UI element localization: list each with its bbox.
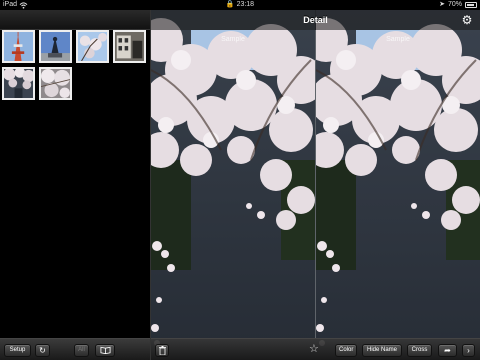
thumbnail-statue[interactable] [39, 30, 72, 63]
star-icon[interactable]: ☆ [309, 343, 319, 356]
photo-pane-right[interactable] [316, 10, 480, 360]
lock-icon: 🔒 [225, 1, 235, 8]
color-button[interactable]: Color [335, 344, 357, 357]
detail-toolbar: ☆ Color Hide Name Cross ➦ › [151, 338, 480, 360]
hide-name-button[interactable]: Hide Name [362, 344, 402, 357]
thumbnail-building[interactable] [113, 30, 146, 63]
status-bar: iPad 🔒 23:18 ➤ 70% [0, 0, 480, 10]
blossom-closeup-photo [41, 69, 70, 98]
thumbnail-tower[interactable] [2, 30, 35, 63]
refresh-button[interactable]: ↻ [35, 344, 50, 357]
detail-navbar: Detail ⚙ [151, 10, 480, 30]
master-panel: Setup ↻ All [0, 10, 150, 360]
photo-name-left: Sample [221, 36, 245, 43]
thumbnail-blossom-river[interactable] [2, 67, 35, 100]
next-button[interactable]: › [462, 344, 475, 357]
detail-panel: Sample Sample Detail ⚙ ☆ Color Hide Name… [151, 10, 480, 360]
battery-icon [465, 2, 477, 8]
thumbnail-blossom-closeup[interactable] [39, 67, 72, 100]
blossom-river-photo [4, 69, 33, 98]
blossom-sky-photo [78, 32, 107, 61]
master-toolbar: Setup ↻ All [0, 338, 150, 360]
setup-button[interactable]: Setup [4, 344, 31, 357]
photo-pane-left[interactable] [151, 10, 315, 360]
share-button[interactable]: ➦ [438, 344, 457, 357]
tower-photo [4, 32, 33, 61]
building-photo [115, 32, 144, 61]
refresh-icon: ↻ [39, 346, 46, 355]
battery-percent: 70% [447, 1, 462, 8]
bookmarks-button[interactable] [95, 344, 115, 357]
statue-photo [41, 32, 70, 61]
compare-split-line[interactable] [315, 30, 316, 338]
photo-name-right: Sample [386, 36, 410, 43]
location-icon: ➤ [439, 1, 445, 8]
all-button[interactable]: All [74, 344, 89, 357]
trash-button[interactable] [155, 344, 169, 357]
book-icon [100, 346, 110, 355]
cherry-blossom-photo-right [316, 10, 480, 360]
status-time: 23:18 [236, 1, 255, 8]
thumbnail-blossom-sky[interactable] [76, 30, 109, 63]
cross-button[interactable]: Cross [407, 344, 432, 357]
detail-title: Detail [303, 15, 328, 25]
chevron-right-icon: › [467, 346, 470, 355]
master-navbar [0, 10, 150, 30]
cherry-blossom-photo-left [151, 10, 315, 360]
gear-icon[interactable]: ⚙ [460, 13, 474, 27]
share-icon: ➦ [444, 346, 451, 355]
trash-icon [159, 346, 166, 356]
